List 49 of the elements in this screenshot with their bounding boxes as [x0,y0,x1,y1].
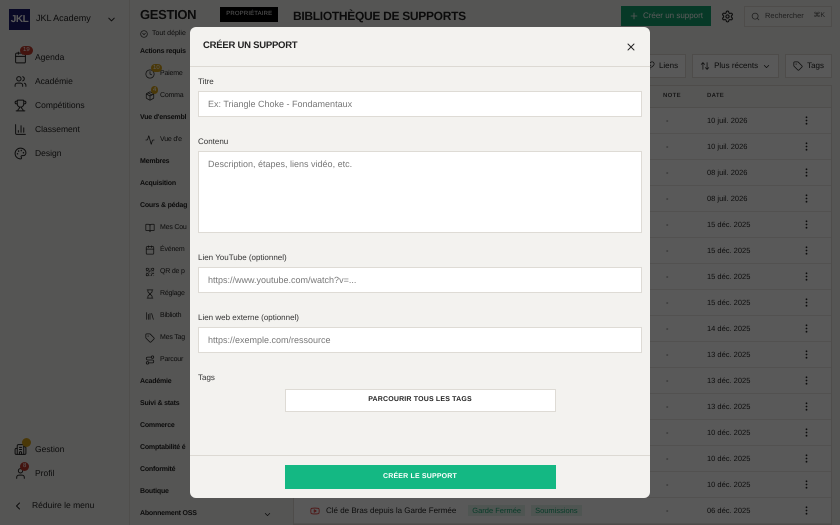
text-field[interactable]: Ex: Triangle Choke - Fondamentaux [198,91,642,117]
field-label: Contenu [198,136,230,146]
page-title: BIBLIOTHÈQUE DE SUPPORTS [293,8,467,26]
section-title: GESTION [140,6,196,24]
field-label: Titre [198,76,215,86]
plus-icon [628,11,639,22]
tag-icon [793,61,804,72]
user-icon [14,467,27,480]
search-icon [751,12,760,21]
users-icon [14,75,27,88]
field-label: Tags [198,372,216,382]
pulse-icon [145,135,155,145]
qr-code-icon [145,267,155,277]
sidebar-item[interactable]: Design [8,146,121,161]
package-icon [145,91,155,101]
close-icon[interactable] [625,40,637,52]
settings-icon[interactable] [721,10,734,23]
chevron-circle-icon [140,30,148,38]
route-icon [145,355,155,365]
table-cell: Clé de Bras depuis la Garde Fermée [326,504,456,516]
book-icon [145,223,155,233]
text-field[interactable]: https://exemple.com/ressource [198,327,642,353]
palette-icon [14,147,27,160]
sidebar-item[interactable]: Compétitions [8,98,121,113]
building-icon [14,443,27,456]
library-icon [145,311,155,321]
sidebar-item[interactable]: Académie [8,74,121,89]
sort-icon [700,61,710,72]
brand-name: JKL Academy [36,12,92,26]
brand-logo: JKL [9,8,30,30]
clock-icon [145,69,155,79]
toolbar-button[interactable]: Tags [785,54,832,78]
text-area[interactable]: Description, étapes, liens vidéo, etc. [198,151,642,233]
modal-title: CRÉER UN SUPPORT [203,39,298,54]
sidebar-item[interactable]: Classement [8,122,121,137]
trophy-icon [14,99,27,112]
calendar-icon [14,51,27,64]
bar-chart-icon [14,123,27,136]
create-support-button[interactable]: Créer un support [620,6,711,26]
sidebar-item[interactable]: Gestion [8,442,121,457]
hourglass-icon [145,289,155,299]
field-label: Lien web externe (optionnel) [198,312,300,322]
tag-icon [145,333,155,343]
video-icon [310,506,320,516]
field-label: Lien YouTube (optionnel) [198,252,288,262]
collapse-menu-button[interactable]: Réduire le menu [8,498,121,513]
calendar-icon [145,245,155,255]
text-field[interactable]: https://www.youtube.com/watch?v=... [198,267,642,293]
toolbar-button[interactable]: Plus récents [692,54,780,78]
